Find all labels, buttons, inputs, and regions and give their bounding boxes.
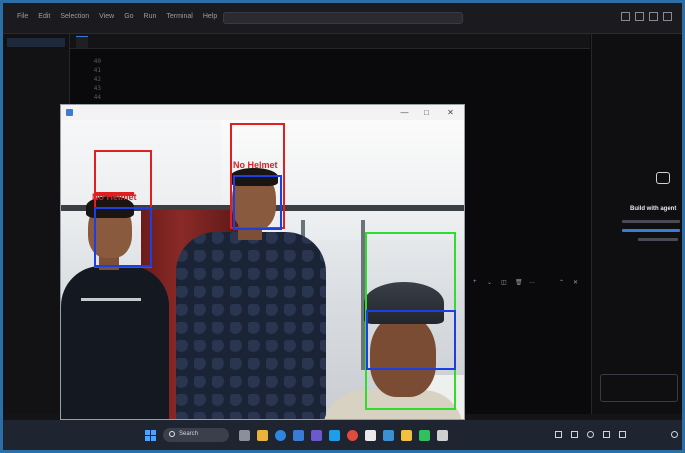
menu-item-help[interactable]: Help [203,13,217,20]
sidebar-item[interactable] [7,77,65,86]
ide-titlebar: File Edit Selection View Go Run Terminal… [3,3,682,34]
layout-secondary-icon[interactable] [649,12,658,21]
notification-icon[interactable] [671,431,678,438]
sidebar-item[interactable] [7,103,65,112]
menu-item-view[interactable]: View [99,13,114,20]
settings-icon[interactable] [365,430,376,441]
detection-label-no-helmet: No Helmet [92,192,137,202]
chat-link[interactable] [622,229,680,232]
language-icon[interactable] [571,431,578,438]
face-box [94,207,152,267]
camera-icon[interactable] [437,430,448,441]
person-left [61,266,169,419]
menu-item-file[interactable]: File [17,13,28,20]
vscode-icon[interactable] [329,430,340,441]
battery-icon[interactable] [619,431,626,438]
close-button[interactable]: ✕ [446,108,455,117]
trash-icon[interactable]: 🗑 [515,279,523,286]
chrome-icon[interactable] [347,430,358,441]
layout-sidebar-icon[interactable] [621,12,630,21]
split-icon[interactable]: ◫ [501,279,507,286]
chat-panel: Build with agent [591,34,682,414]
layout-customize-icon[interactable] [663,12,672,21]
menu-item-go[interactable]: Go [124,13,133,20]
face-box [366,310,456,370]
taskbar-search[interactable]: Search [163,428,229,442]
sidebar-item[interactable] [7,116,65,125]
ide-layout-controls [621,12,672,21]
chat-input[interactable] [600,374,678,402]
editor-tab[interactable] [166,36,178,47]
ide-command-search[interactable] [223,12,463,24]
person-middle [176,232,326,419]
chat-icon [656,172,670,184]
file-explorer-icon[interactable] [257,430,268,441]
screen-frame: File Edit Selection View Go Run Terminal… [0,0,685,453]
teams-icon[interactable] [311,430,322,441]
plus-icon[interactable]: + [473,279,477,285]
menu-item-selection[interactable]: Selection [60,13,89,20]
editor-tab-active[interactable] [76,36,88,48]
camera-feed: No Helmet No Helmet [61,120,464,419]
start-icon[interactable] [145,430,156,441]
line-number: 41 [93,67,101,74]
chevron-up-icon[interactable] [555,431,562,438]
layout-panel-icon[interactable] [635,12,644,21]
line-number: 43 [93,85,101,92]
chat-title: Build with agent [630,206,677,212]
chat-description-line [622,220,680,223]
chevron-down-icon[interactable]: ⌄ [487,279,492,286]
detection-window-titlebar[interactable]: — □ ✕ [61,105,464,120]
volume-icon[interactable] [603,431,610,438]
folder-icon[interactable] [401,430,412,441]
spotify-icon[interactable] [419,430,430,441]
face-box [233,175,282,230]
detection-window[interactable]: — □ ✕ No Helmet No Helmet [60,104,465,420]
line-number: 40 [93,58,101,65]
detection-label-no-helmet: No Helmet [233,160,278,170]
maximize-panel-icon[interactable]: ⌃ [559,279,564,286]
wifi-icon[interactable] [587,431,594,438]
task-view-icon[interactable] [239,430,250,441]
ide-panel-toolbar: + ⌄ ◫ 🗑 … ⌃ ✕ [463,276,589,290]
menu-item-terminal[interactable]: Terminal [166,13,192,20]
sidebar-item[interactable] [7,90,65,99]
windows-taskbar: Search [3,420,682,450]
edge-icon[interactable] [275,430,286,441]
store-icon[interactable] [293,430,304,441]
maximize-button[interactable]: □ [422,108,431,117]
app-icon [66,109,73,116]
sidebar-item[interactable] [7,51,65,60]
menu-item-run[interactable]: Run [144,13,157,20]
sidebar-item[interactable] [7,64,65,73]
shirt-print [81,298,141,301]
python-icon[interactable] [383,430,394,441]
ide-editor-tabs [70,34,590,49]
editor-line-numbers: 40 41 42 43 44 [81,58,101,103]
close-panel-icon[interactable]: ✕ [573,279,578,286]
ide-menu-bar: File Edit Selection View Go Run Terminal… [17,13,217,20]
menu-item-edit[interactable]: Edit [38,13,50,20]
line-number: 42 [93,76,101,83]
chat-description-line [638,238,678,241]
search-label: Search [179,431,199,437]
search-icon [169,431,175,437]
sidebar-item[interactable] [7,38,65,47]
more-icon[interactable]: … [529,279,535,285]
line-number: 44 [93,94,101,101]
minimize-button[interactable]: — [400,108,409,117]
